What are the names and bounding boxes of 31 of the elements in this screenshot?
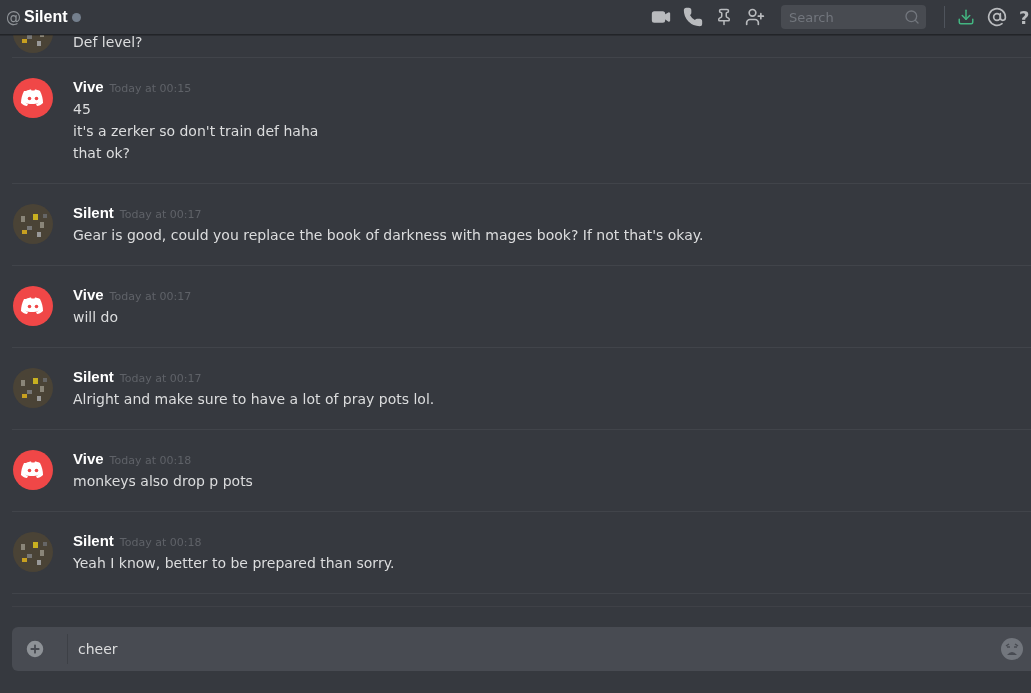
message-text: monkeys also drop p pots bbox=[73, 472, 253, 491]
message-text: Alright and make sure to have a lot of pray pots lol. bbox=[73, 390, 435, 409]
author-name: Vive bbox=[73, 450, 104, 467]
add-icon[interactable] bbox=[24, 638, 46, 660]
author-name: Silent bbox=[73, 204, 114, 221]
status-dot bbox=[71, 12, 81, 22]
search-icon bbox=[904, 9, 920, 25]
message-text: Yeah I know, better to be prepared than sorry. bbox=[73, 554, 395, 573]
message-text: it's a zerker so don't train def haha bbox=[73, 122, 319, 141]
author-name: Vive bbox=[73, 286, 104, 303]
message-text: Def level? bbox=[73, 35, 143, 52]
help-icon[interactable]: ? bbox=[1019, 6, 1031, 28]
channel-title: Silent bbox=[24, 8, 68, 26]
mention-icon[interactable] bbox=[987, 7, 1007, 27]
controller-icon bbox=[21, 461, 45, 479]
author-name: Silent bbox=[73, 532, 114, 549]
add-user-icon[interactable] bbox=[745, 7, 765, 27]
message-text: Gear is good, could you replace the book of darkness with mages book? If not that's okay. bbox=[73, 226, 704, 245]
controller-icon bbox=[21, 297, 45, 315]
controller-icon bbox=[21, 89, 45, 107]
message-text: will do bbox=[73, 308, 120, 327]
author-name: Vive bbox=[73, 78, 104, 95]
pin-icon[interactable] bbox=[715, 8, 733, 26]
at-sign: @ bbox=[6, 8, 21, 26]
download-icon[interactable] bbox=[957, 8, 975, 26]
message-composer[interactable]: cheer bbox=[12, 627, 1031, 671]
phone-icon[interactable] bbox=[683, 7, 703, 27]
message-input[interactable]: cheer bbox=[68, 640, 1001, 658]
message-text: 45 bbox=[73, 100, 92, 119]
message-text: that ok? bbox=[73, 144, 131, 163]
author-name: Silent bbox=[73, 368, 114, 385]
